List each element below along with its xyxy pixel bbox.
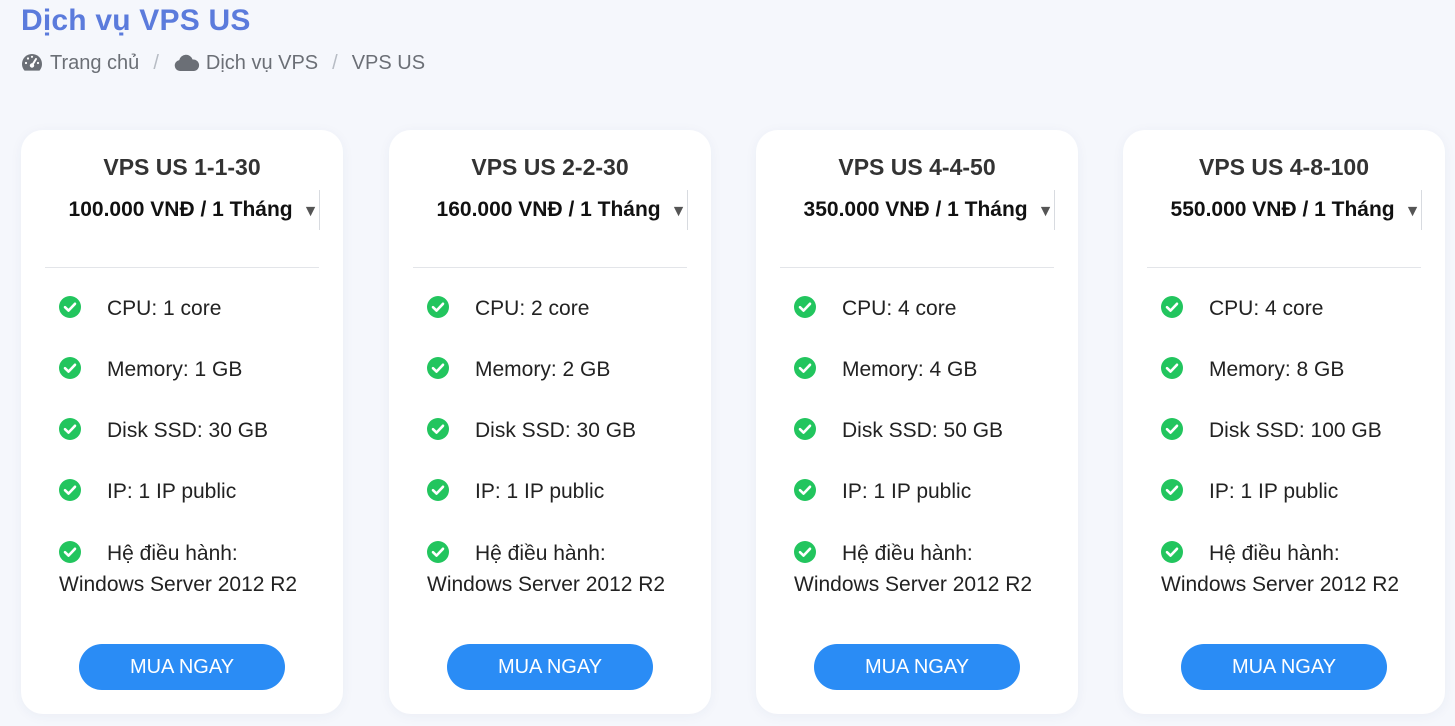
feature-os-label: Hệ điều hành: — [842, 542, 973, 565]
check-circle-icon — [59, 541, 81, 563]
feature-ip: IP: 1 IP public — [1161, 477, 1431, 538]
feature-os: Hệ điều hành: Windows Server 2012 R2 — [59, 538, 329, 599]
check-circle-icon — [427, 296, 449, 318]
check-circle-icon — [59, 418, 81, 440]
feature-cpu: CPU: 2 core — [427, 294, 697, 355]
feature-text: IP: 1 IP public — [842, 480, 972, 503]
feature-os: Hệ điều hành: Windows Server 2012 R2 — [794, 538, 1064, 599]
feature-text: IP: 1 IP public — [1209, 480, 1339, 503]
feature-text: Memory: 1 GB — [107, 358, 243, 381]
feature-os-label: Hệ điều hành: — [475, 542, 606, 565]
check-circle-icon — [427, 479, 449, 501]
feature-disk: Disk SSD: 50 GB — [794, 416, 1064, 477]
billing-period-select[interactable]: 100.000 VNĐ / 1 Tháng ▼ — [68, 190, 320, 230]
plan-cards: VPS US 1-1-30 100.000 VNĐ / 1 Tháng ▼ CP… — [0, 0, 1455, 726]
plan-price: 100.000 VNĐ / 1 Tháng — [68, 198, 293, 221]
feature-list: CPU: 4 core Memory: 4 GB Disk SSD: 50 GB… — [794, 294, 1064, 599]
feature-text: Disk SSD: 30 GB — [475, 419, 637, 442]
feature-text: Memory: 2 GB — [475, 358, 611, 381]
plan-card: VPS US 4-8-100 550.000 VNĐ / 1 Tháng ▼ C… — [1123, 130, 1445, 714]
check-circle-icon — [427, 357, 449, 379]
buy-now-button[interactable]: MUA NGAY — [79, 644, 285, 690]
feature-os: Hệ điều hành: Windows Server 2012 R2 — [1161, 538, 1431, 599]
plan-card: VPS US 1-1-30 100.000 VNĐ / 1 Tháng ▼ CP… — [21, 130, 343, 714]
feature-text: Memory: 4 GB — [842, 358, 978, 381]
check-circle-icon — [1161, 541, 1183, 563]
feature-text: Disk SSD: 50 GB — [842, 419, 1004, 442]
feature-memory: Memory: 4 GB — [794, 355, 1064, 416]
buy-now-button[interactable]: MUA NGAY — [1181, 644, 1387, 690]
feature-memory: Memory: 8 GB — [1161, 355, 1431, 416]
dropdown-arrow-icon: ▼ — [1037, 202, 1054, 220]
plan-name: VPS US 2-2-30 — [471, 154, 629, 180]
feature-os-label: Hệ điều hành: — [1209, 542, 1340, 565]
divider — [1147, 267, 1421, 268]
feature-text: CPU: 2 core — [475, 297, 590, 320]
feature-cpu: CPU: 4 core — [794, 294, 1064, 355]
feature-text: CPU: 1 core — [107, 297, 222, 320]
feature-memory: Memory: 2 GB — [427, 355, 697, 416]
feature-ip: IP: 1 IP public — [59, 477, 329, 538]
feature-ip: IP: 1 IP public — [427, 477, 697, 538]
check-circle-icon — [1161, 357, 1183, 379]
plan-price: 350.000 VNĐ / 1 Tháng — [803, 198, 1028, 221]
check-circle-icon — [794, 479, 816, 501]
feature-text: Disk SSD: 30 GB — [107, 419, 269, 442]
check-circle-icon — [1161, 296, 1183, 318]
plan-card: VPS US 2-2-30 160.000 VNĐ / 1 Tháng ▼ CP… — [389, 130, 711, 714]
feature-os-value: Windows Server 2012 R2 — [59, 573, 298, 596]
check-circle-icon — [1161, 418, 1183, 440]
feature-disk: Disk SSD: 30 GB — [427, 416, 697, 477]
check-circle-icon — [427, 418, 449, 440]
feature-text: Disk SSD: 100 GB — [1209, 419, 1382, 442]
feature-text: CPU: 4 core — [842, 297, 957, 320]
plan-price: 160.000 VNĐ / 1 Tháng — [436, 198, 661, 221]
plan-name: VPS US 4-8-100 — [1198, 154, 1370, 180]
dropdown-arrow-icon: ▼ — [1404, 202, 1421, 220]
divider — [45, 267, 319, 268]
feature-text: IP: 1 IP public — [475, 480, 605, 503]
feature-cpu: CPU: 1 core — [59, 294, 329, 355]
feature-text: CPU: 4 core — [1209, 297, 1324, 320]
feature-os: Hệ điều hành: Windows Server 2012 R2 — [427, 538, 697, 599]
feature-ip: IP: 1 IP public — [794, 477, 1064, 538]
feature-memory: Memory: 1 GB — [59, 355, 329, 416]
feature-os-value: Windows Server 2012 R2 — [427, 573, 666, 596]
check-circle-icon — [59, 296, 81, 318]
plan-price: 550.000 VNĐ / 1 Tháng — [1170, 198, 1395, 221]
billing-period-select[interactable]: 160.000 VNĐ / 1 Tháng ▼ — [436, 190, 688, 230]
plan-name: VPS US 1-1-30 — [103, 154, 261, 180]
feature-disk: Disk SSD: 30 GB — [59, 416, 329, 477]
feature-list: CPU: 2 core Memory: 2 GB Disk SSD: 30 GB… — [427, 294, 697, 599]
buy-now-button[interactable]: MUA NGAY — [814, 644, 1020, 690]
feature-os-value: Windows Server 2012 R2 — [794, 573, 1033, 596]
plan-name: VPS US 4-4-50 — [838, 154, 996, 180]
feature-text: Memory: 8 GB — [1209, 358, 1345, 381]
check-circle-icon — [794, 541, 816, 563]
check-circle-icon — [59, 479, 81, 501]
feature-list: CPU: 1 core Memory: 1 GB Disk SSD: 30 GB… — [59, 294, 329, 599]
check-circle-icon — [794, 357, 816, 379]
check-circle-icon — [427, 541, 449, 563]
feature-text: IP: 1 IP public — [107, 480, 237, 503]
feature-list: CPU: 4 core Memory: 8 GB Disk SSD: 100 G… — [1161, 294, 1431, 599]
check-circle-icon — [794, 296, 816, 318]
check-circle-icon — [794, 418, 816, 440]
divider — [413, 267, 687, 268]
check-circle-icon — [1161, 479, 1183, 501]
feature-cpu: CPU: 4 core — [1161, 294, 1431, 355]
buy-now-button[interactable]: MUA NGAY — [447, 644, 653, 690]
dropdown-arrow-icon: ▼ — [670, 202, 687, 220]
check-circle-icon — [59, 357, 81, 379]
plan-card: VPS US 4-4-50 350.000 VNĐ / 1 Tháng ▼ CP… — [756, 130, 1078, 714]
feature-os-label: Hệ điều hành: — [107, 542, 238, 565]
billing-period-select[interactable]: 350.000 VNĐ / 1 Tháng ▼ — [803, 190, 1055, 230]
billing-period-select[interactable]: 550.000 VNĐ / 1 Tháng ▼ — [1170, 190, 1422, 230]
feature-os-value: Windows Server 2012 R2 — [1161, 573, 1400, 596]
divider — [780, 267, 1054, 268]
feature-disk: Disk SSD: 100 GB — [1161, 416, 1431, 477]
dropdown-arrow-icon: ▼ — [302, 202, 319, 220]
